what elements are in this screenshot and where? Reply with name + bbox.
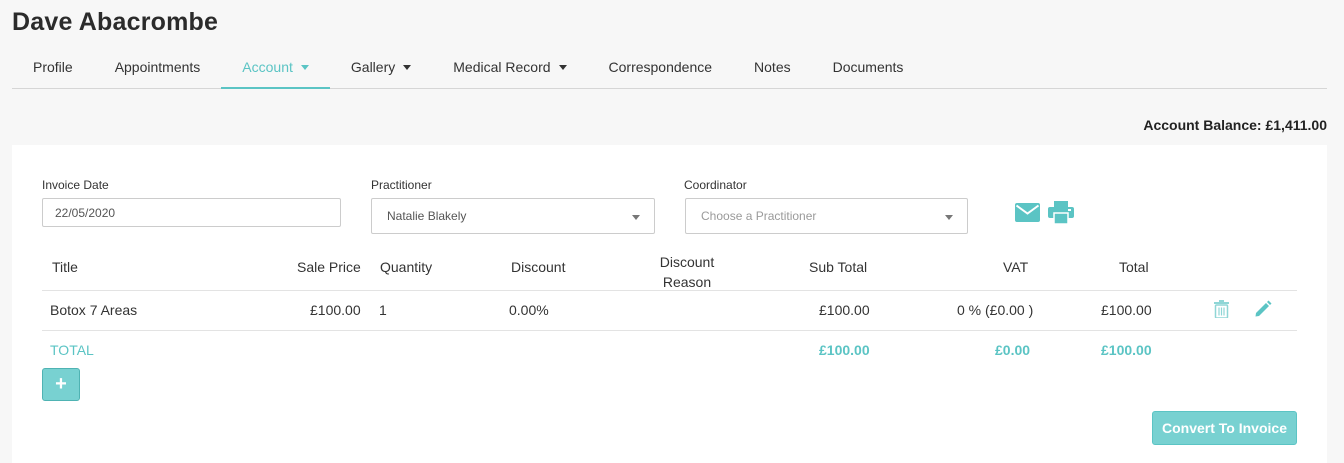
tab-account[interactable]: Account bbox=[221, 50, 330, 89]
nav-tabs: Profile Appointments Account Gallery Med… bbox=[12, 50, 1327, 89]
cell-vat: 0 % (£0.00 ) bbox=[957, 302, 1034, 318]
tab-gallery[interactable]: Gallery bbox=[330, 50, 432, 89]
printer-icon[interactable] bbox=[1048, 201, 1074, 229]
coordinator-placeholder: Choose a Practitioner bbox=[701, 209, 817, 223]
table-divider bbox=[42, 290, 1297, 291]
account-balance: Account Balance: £1,411.00 bbox=[1143, 117, 1327, 133]
header-discount: Discount bbox=[511, 259, 566, 275]
pencil-icon[interactable] bbox=[1254, 300, 1272, 323]
invoice-date-value: 22/05/2020 bbox=[55, 205, 116, 220]
invoice-card: Invoice Date 22/05/2020 Practitioner Nat… bbox=[12, 145, 1327, 463]
practitioner-select[interactable]: Natalie Blakely bbox=[371, 198, 655, 234]
tab-label: Gallery bbox=[350, 59, 396, 75]
cell-sub-total: £100.00 bbox=[819, 302, 870, 318]
footer-total: £100.00 bbox=[1101, 342, 1152, 358]
coordinator-select[interactable]: Choose a Practitioner bbox=[685, 198, 968, 234]
header-total: Total bbox=[1119, 259, 1149, 275]
page-title: Dave Abacrombe bbox=[12, 8, 219, 36]
practitioner-value: Natalie Blakely bbox=[387, 209, 467, 223]
tab-label: Correspondence bbox=[608, 59, 713, 75]
footer-vat: £0.00 bbox=[995, 342, 1031, 358]
cell-sale-price: £100.00 bbox=[310, 302, 361, 318]
tab-profile[interactable]: Profile bbox=[12, 50, 94, 89]
caret-down-icon bbox=[558, 65, 567, 70]
cell-quantity: 1 bbox=[379, 302, 387, 318]
footer-total-label: TOTAL bbox=[50, 342, 94, 358]
convert-to-invoice-button[interactable]: Convert To Invoice bbox=[1152, 411, 1297, 445]
header-quantity: Quantity bbox=[380, 259, 433, 275]
cell-total: £100.00 bbox=[1101, 302, 1152, 318]
coordinator-label: Coordinator bbox=[684, 178, 747, 192]
table-divider bbox=[42, 330, 1297, 331]
invoice-date-input[interactable]: 22/05/2020 bbox=[42, 198, 341, 227]
tab-documents[interactable]: Documents bbox=[812, 50, 925, 89]
tab-label: Notes bbox=[754, 59, 791, 75]
cell-title: Botox 7 Areas bbox=[50, 302, 138, 318]
plus-icon: + bbox=[55, 373, 67, 395]
header-title: Title bbox=[52, 259, 78, 275]
email-icon[interactable] bbox=[1015, 203, 1040, 227]
practitioner-label: Practitioner bbox=[371, 178, 432, 192]
tab-label: Documents bbox=[832, 59, 904, 75]
tab-appointments[interactable]: Appointments bbox=[94, 50, 222, 89]
caret-down-icon bbox=[300, 65, 309, 70]
tab-label: Account bbox=[242, 59, 293, 75]
tab-label: Medical Record bbox=[453, 59, 551, 75]
tab-notes[interactable]: Notes bbox=[733, 50, 812, 89]
tab-label: Appointments bbox=[114, 59, 201, 75]
footer-sub-total: £100.00 bbox=[819, 342, 870, 358]
header-discount-reason-line2: Reason bbox=[662, 274, 712, 290]
header-vat: VAT bbox=[1003, 259, 1029, 275]
invoice-date-label: Invoice Date bbox=[42, 178, 109, 192]
tab-correspondence[interactable]: Correspondence bbox=[588, 50, 734, 89]
header-discount-reason-line1: Discount bbox=[659, 254, 715, 270]
tab-medical-record[interactable]: Medical Record bbox=[432, 50, 587, 89]
header-sub-total: Sub Total bbox=[809, 259, 868, 275]
add-item-button[interactable]: + bbox=[42, 368, 80, 401]
header-sale-price: Sale Price bbox=[297, 259, 361, 275]
trash-icon[interactable] bbox=[1214, 300, 1229, 323]
cell-discount: 0.00% bbox=[509, 302, 549, 318]
chevron-down-icon bbox=[945, 215, 953, 220]
header-discount-reason: Discount Reason bbox=[659, 252, 715, 292]
tab-label: Profile bbox=[33, 59, 73, 75]
chevron-down-icon bbox=[632, 215, 640, 220]
caret-down-icon bbox=[403, 65, 412, 70]
